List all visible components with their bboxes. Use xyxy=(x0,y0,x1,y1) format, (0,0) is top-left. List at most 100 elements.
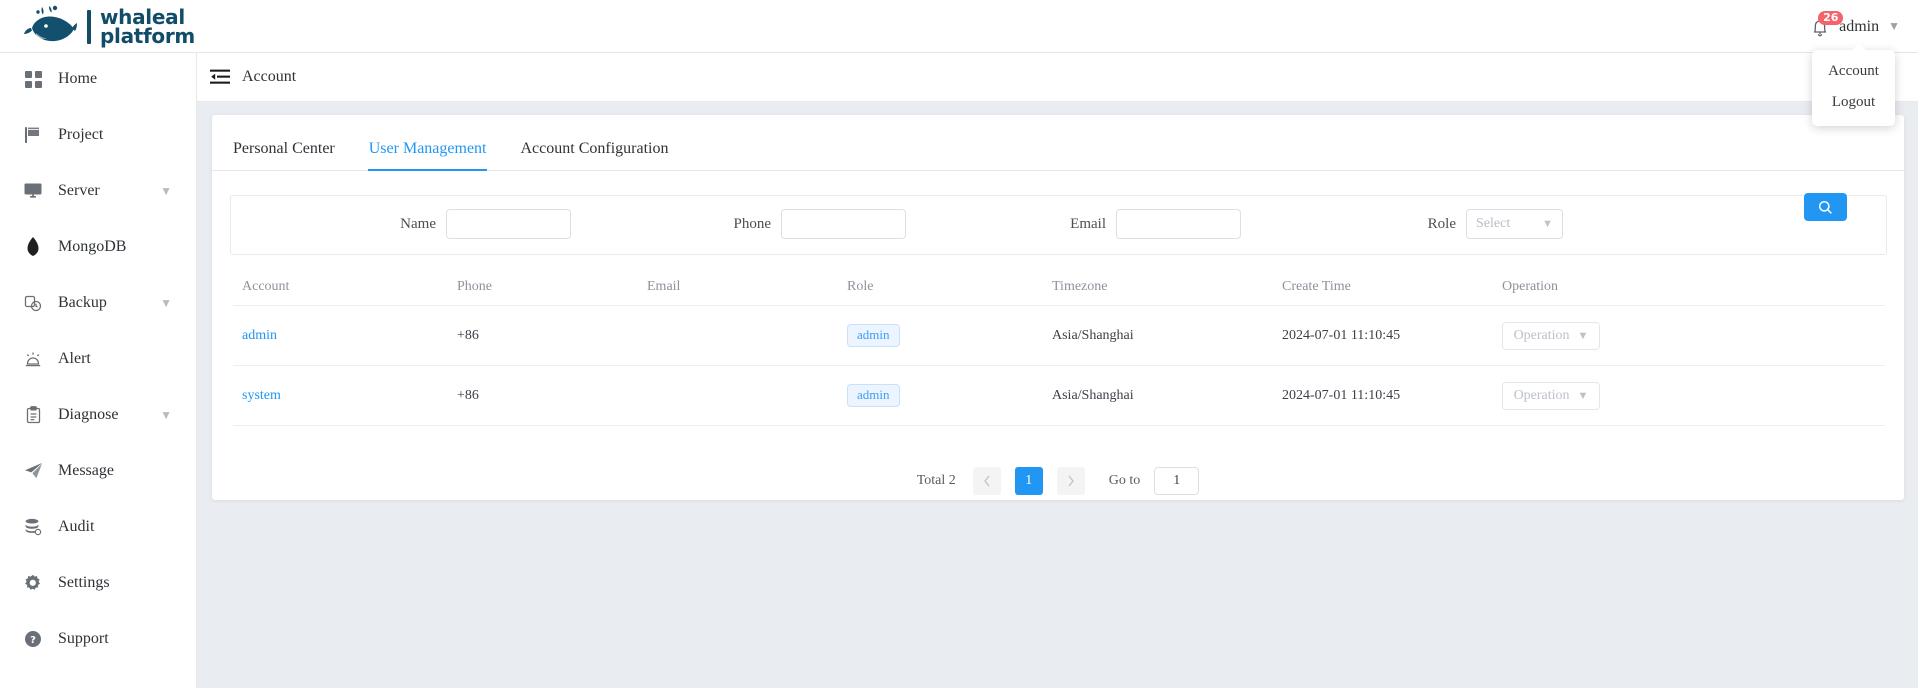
cell-timezone: Asia/Shanghai xyxy=(1052,388,1282,404)
user-menu-item-account[interactable]: Account xyxy=(1812,56,1895,87)
brand-line-2: platform xyxy=(100,27,195,46)
pagination: Total 2 1 Go to xyxy=(212,467,1904,495)
leaf-icon xyxy=(22,236,44,258)
chevron-down-icon[interactable]: ▼ xyxy=(160,184,172,199)
sidebar-item-diagnose[interactable]: Diagnose ▼ xyxy=(0,395,196,435)
tab-account-configuration[interactable]: Account Configuration xyxy=(520,140,668,170)
sidebar-item-audit[interactable]: Audit xyxy=(0,507,196,547)
sidebar-item-label: Home xyxy=(58,70,97,88)
column-header-email: Email xyxy=(647,279,847,295)
flag-icon xyxy=(22,124,44,146)
sidebar-item-support[interactable]: ? Support xyxy=(0,619,196,659)
send-icon xyxy=(22,460,44,482)
chevron-down-icon: ▼ xyxy=(1542,218,1553,230)
sidebar-item-mongodb[interactable]: MongoDB xyxy=(0,227,196,267)
column-header-role: Role xyxy=(847,279,1052,295)
table-row: system +86 admin Asia/Shanghai 2024-07-0… xyxy=(233,366,1885,426)
users-table: Account Phone Email Role Timezone Create… xyxy=(233,268,1885,426)
account-link[interactable]: admin xyxy=(242,328,277,343)
notification-count-badge: 26 xyxy=(1818,11,1843,25)
role-badge: admin xyxy=(847,324,900,347)
column-header-create-time: Create Time xyxy=(1282,279,1502,295)
sidebar-item-label: MongoDB xyxy=(58,238,126,256)
svg-text:?: ? xyxy=(30,635,36,646)
cell-create-time: 2024-07-01 11:10:45 xyxy=(1282,388,1502,404)
sidebar-item-label: Server xyxy=(58,182,100,200)
gear-icon xyxy=(22,572,44,594)
sidebar-item-label: Audit xyxy=(58,518,94,536)
pagination-goto-input[interactable] xyxy=(1154,467,1199,495)
filter-label-role: Role xyxy=(1428,216,1456,233)
sidebar-item-label: Message xyxy=(58,462,114,480)
email-input[interactable] xyxy=(1116,209,1241,239)
sidebar-item-project[interactable]: Project xyxy=(0,115,196,155)
pagination-prev-button[interactable] xyxy=(973,467,1001,495)
operation-button-label: Operation xyxy=(1514,388,1570,404)
column-header-account: Account xyxy=(233,279,457,295)
pagination-total: Total 2 xyxy=(917,473,956,489)
grid-icon xyxy=(22,68,44,90)
monitor-icon xyxy=(22,180,44,202)
column-header-operation: Operation xyxy=(1502,279,1702,295)
chevron-down-icon[interactable]: ▼ xyxy=(160,408,172,423)
clipboard-icon xyxy=(22,404,44,426)
filter-label-name: Name xyxy=(400,216,436,233)
role-badge: admin xyxy=(847,384,900,407)
sidebar-item-server[interactable]: Server ▼ xyxy=(0,171,196,211)
sidebar-item-settings[interactable]: Settings xyxy=(0,563,196,603)
operation-dropdown-button[interactable]: Operation ▼ xyxy=(1502,382,1600,410)
menu-collapse-icon[interactable] xyxy=(210,69,230,85)
filter-panel: Name Phone Email Role Select ▼ xyxy=(230,195,1887,255)
backup-icon xyxy=(22,292,44,314)
sidebar-item-label: Project xyxy=(58,126,103,144)
account-link[interactable]: system xyxy=(242,388,281,403)
pagination-goto-label: Go to xyxy=(1109,473,1141,489)
cell-timezone: Asia/Shanghai xyxy=(1052,328,1282,344)
help-icon: ? xyxy=(22,628,44,650)
notification-bell[interactable]: 26 xyxy=(1810,16,1830,38)
sidebar-item-label: Alert xyxy=(58,350,91,368)
sidebar-item-message[interactable]: Message xyxy=(0,451,196,491)
pagination-next-button[interactable] xyxy=(1057,467,1085,495)
siren-icon xyxy=(22,348,44,370)
sidebar-item-backup[interactable]: Backup ▼ xyxy=(0,283,196,323)
cell-phone: +86 xyxy=(457,388,647,404)
column-header-phone: Phone xyxy=(457,279,647,295)
sidebar-item-alert[interactable]: Alert xyxy=(0,339,196,379)
tab-user-management[interactable]: User Management xyxy=(369,140,487,170)
brand-logo[interactable]: whaleal platform xyxy=(22,0,195,53)
sidebar-item-label: Backup xyxy=(58,294,107,312)
user-menu-dropdown: Account Logout xyxy=(1812,50,1895,126)
whale-icon xyxy=(22,4,78,50)
column-header-timezone: Timezone xyxy=(1052,279,1282,295)
brand-text: whaleal platform xyxy=(100,8,195,46)
sidebar-item-home[interactable]: Home xyxy=(0,59,196,99)
chevron-down-icon[interactable]: ▼ xyxy=(160,296,172,311)
sidebar-item-label: Diagnose xyxy=(58,406,118,424)
top-bar: whaleal platform 26 admin ▼ xyxy=(0,0,1918,53)
name-input[interactable] xyxy=(446,209,571,239)
chevron-down-icon: ▼ xyxy=(1578,330,1589,342)
chevron-down-icon[interactable]: ▼ xyxy=(1888,19,1900,34)
role-select[interactable]: Select ▼ xyxy=(1466,209,1563,239)
table-row: admin +86 admin Asia/Shanghai 2024-07-01… xyxy=(233,306,1885,366)
chevron-down-icon: ▼ xyxy=(1578,390,1589,402)
content-header: Account xyxy=(197,53,1918,102)
phone-input[interactable] xyxy=(781,209,906,239)
cell-create-time: 2024-07-01 11:10:45 xyxy=(1282,328,1502,344)
sidebar-item-label: Support xyxy=(58,630,109,648)
cell-phone: +86 xyxy=(457,328,647,344)
pagination-page-1[interactable]: 1 xyxy=(1015,467,1043,495)
table-header-row: Account Phone Email Role Timezone Create… xyxy=(233,268,1885,306)
user-name-label[interactable]: admin xyxy=(1839,18,1879,36)
main-content: Personal Center User Management Account … xyxy=(197,102,1918,688)
user-management-card: Personal Center User Management Account … xyxy=(212,115,1904,500)
user-menu-item-logout[interactable]: Logout xyxy=(1812,87,1895,118)
role-select-placeholder: Select xyxy=(1476,216,1510,232)
filter-label-email: Email xyxy=(1070,216,1106,233)
search-button[interactable] xyxy=(1804,193,1847,221)
operation-button-label: Operation xyxy=(1514,328,1570,344)
tab-personal-center[interactable]: Personal Center xyxy=(233,140,335,170)
operation-dropdown-button[interactable]: Operation ▼ xyxy=(1502,322,1600,350)
database-icon xyxy=(22,516,44,538)
